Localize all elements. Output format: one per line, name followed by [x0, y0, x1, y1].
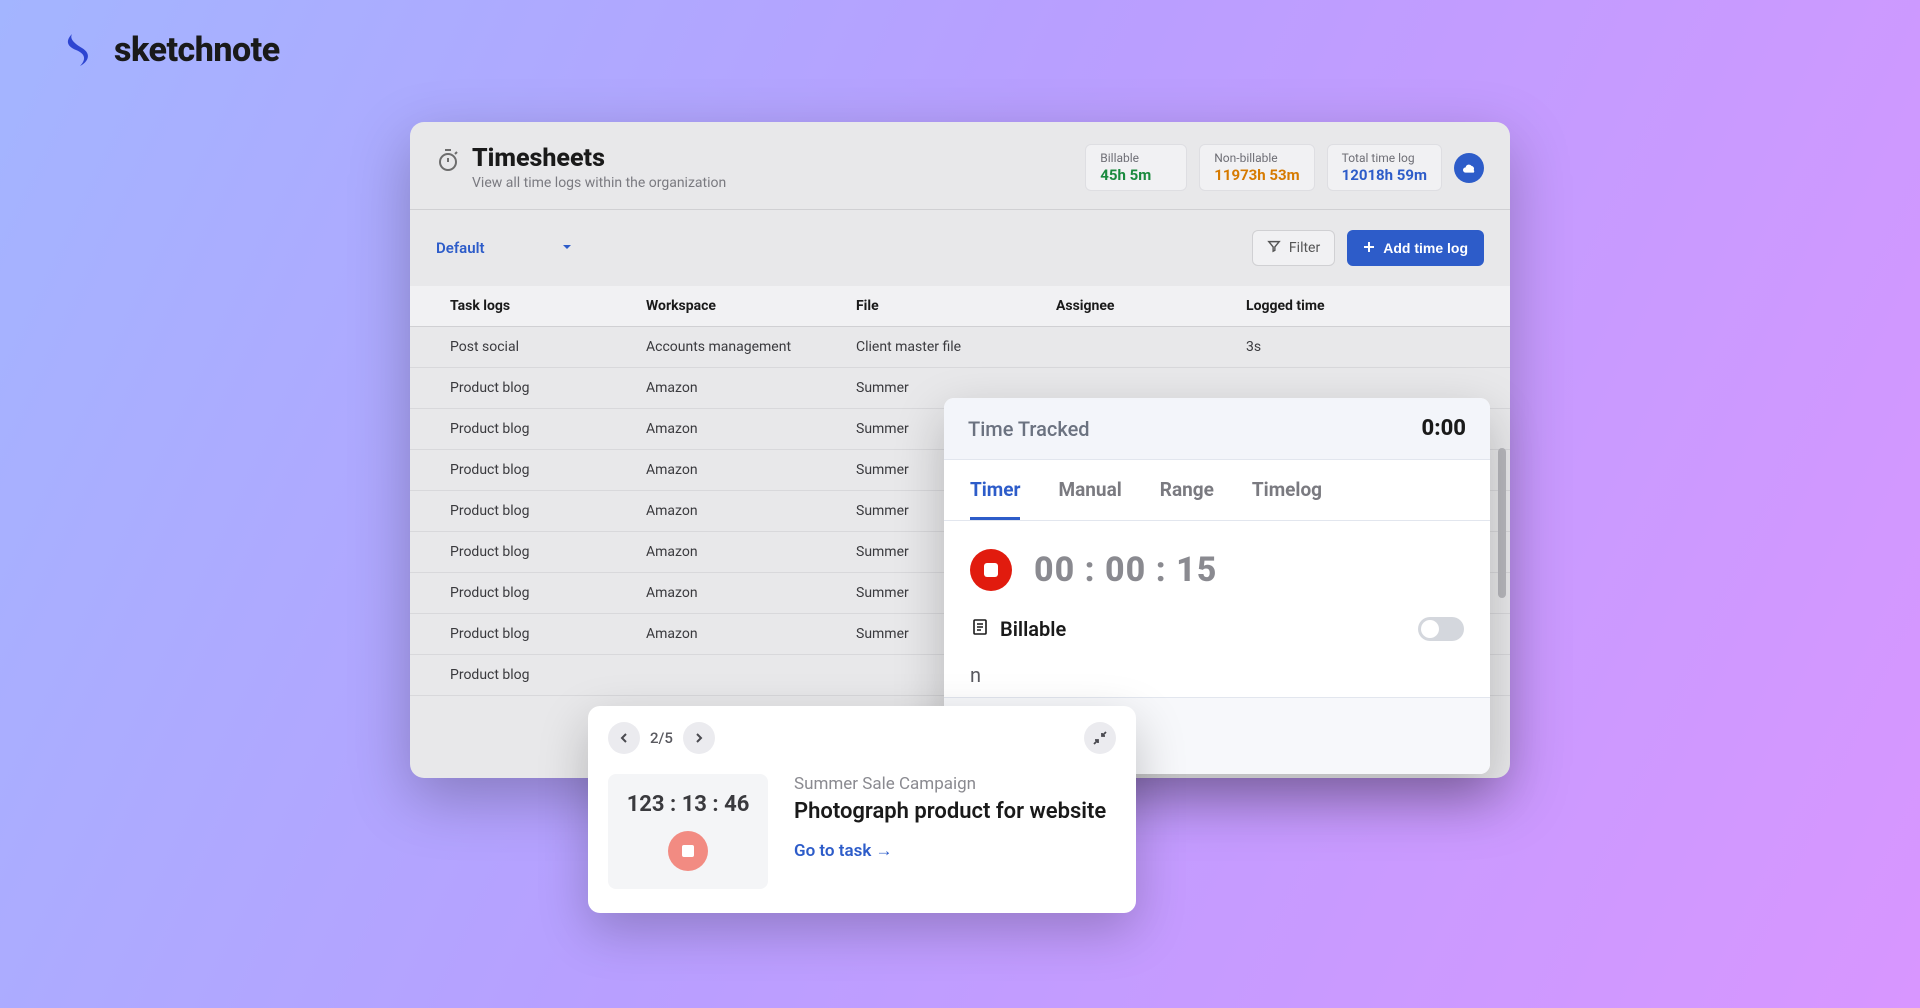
cell-workspace — [646, 667, 856, 683]
next-button[interactable] — [683, 722, 715, 754]
stat-label: Billable — [1100, 151, 1172, 165]
stat-label: Total time log — [1342, 151, 1427, 165]
plus-icon — [1363, 240, 1375, 256]
stop-icon — [984, 563, 998, 577]
cell-task: Post social — [436, 339, 646, 355]
cell-task: Product blog — [436, 503, 646, 519]
cell-time — [1246, 380, 1484, 396]
brand-logo: sketchnote — [56, 28, 280, 72]
stop-icon — [682, 845, 694, 857]
stat-total: Total time log 12018h 59m — [1327, 144, 1442, 191]
mini-timer-box: 123 : 13 : 46 — [608, 774, 768, 889]
obscured-text: n — [944, 659, 1490, 697]
page-header: Timesheets View all time logs within the… — [410, 122, 1510, 210]
receipt-icon — [970, 617, 990, 641]
tab-timer[interactable]: Timer — [970, 478, 1020, 520]
billable-toggle[interactable] — [1418, 617, 1464, 641]
collapse-button[interactable] — [1084, 722, 1116, 754]
col-workspace: Workspace — [646, 298, 856, 314]
stopwatch-icon — [436, 148, 460, 172]
cell-task: Product blog — [436, 626, 646, 642]
page-title: Timesheets — [472, 144, 726, 173]
toolbar: Default Filter Add time log — [410, 210, 1510, 286]
view-selector[interactable]: Default — [436, 239, 573, 257]
cell-assignee — [1056, 339, 1246, 355]
cell-task: Product blog — [436, 462, 646, 478]
billable-label: Billable — [1000, 617, 1066, 641]
cell-workspace: Amazon — [646, 421, 856, 437]
mini-campaign-label: Summer Sale Campaign — [794, 774, 1116, 794]
logo-mark-icon — [56, 28, 100, 72]
add-label: Add time log — [1383, 240, 1468, 256]
col-task: Task logs — [436, 298, 646, 314]
cell-workspace: Amazon — [646, 462, 856, 478]
view-label: Default — [436, 239, 485, 257]
tracked-title: Time Tracked — [968, 417, 1090, 441]
timer-row: 00 : 00 : 15 — [944, 521, 1490, 611]
cell-file: Summer — [856, 380, 1056, 396]
filter-label: Filter — [1289, 240, 1320, 256]
cell-workspace: Amazon — [646, 503, 856, 519]
cell-task: Product blog — [436, 380, 646, 396]
cell-workspace: Accounts management — [646, 339, 856, 355]
mini-timer-card: 2/5 123 : 13 : 46 Summer Sale Campaign P… — [588, 706, 1136, 913]
cell-workspace: Amazon — [646, 626, 856, 642]
page-subtitle: View all time logs within the organizati… — [472, 175, 726, 191]
stat-value: 12018h 59m — [1342, 166, 1427, 184]
stat-value: 45h 5m — [1100, 166, 1172, 184]
prev-button[interactable] — [608, 722, 640, 754]
filter-icon — [1267, 239, 1281, 257]
go-to-task-link[interactable]: Go to task → — [794, 841, 893, 861]
tracked-total: 0:00 — [1422, 416, 1466, 441]
cell-task: Product blog — [436, 585, 646, 601]
col-file: File — [856, 298, 1056, 314]
timer-elapsed: 00 : 00 : 15 — [1034, 550, 1217, 590]
filter-button[interactable]: Filter — [1252, 230, 1335, 266]
tracked-tabs: Timer Manual Range Timelog — [944, 460, 1490, 521]
table-header: Task logs Workspace File Assignee Logged… — [410, 286, 1510, 327]
stat-label: Non-billable — [1214, 151, 1299, 165]
table-row[interactable]: Post social Accounts management Client m… — [410, 327, 1510, 368]
stat-billable: Billable 45h 5m — [1085, 144, 1187, 191]
col-assignee: Assignee — [1056, 298, 1246, 314]
scrollbar[interactable] — [1498, 448, 1506, 598]
mini-task-title: Photograph product for website — [794, 798, 1116, 827]
cell-workspace: Amazon — [646, 544, 856, 560]
export-cloud-button[interactable] — [1454, 153, 1484, 183]
cell-time: 3s — [1246, 339, 1484, 355]
tab-timelog[interactable]: Timelog — [1252, 478, 1322, 520]
tracked-header: Time Tracked 0:00 — [944, 398, 1490, 460]
cell-workspace: Amazon — [646, 380, 856, 396]
add-time-log-button[interactable]: Add time log — [1347, 230, 1484, 266]
stop-timer-button[interactable] — [970, 549, 1012, 591]
logo-text: sketchnote — [114, 30, 280, 70]
mini-stop-button[interactable] — [668, 831, 708, 871]
billable-row: Billable — [944, 611, 1490, 659]
col-time: Logged time — [1246, 298, 1484, 314]
cell-file: Client master file — [856, 339, 1056, 355]
cell-task: Product blog — [436, 667, 646, 683]
pager-label: 2/5 — [650, 729, 673, 747]
cell-task: Product blog — [436, 421, 646, 437]
stat-value: 11973h 53m — [1214, 166, 1299, 184]
tab-manual[interactable]: Manual — [1058, 478, 1121, 520]
tab-range[interactable]: Range — [1160, 478, 1214, 520]
mini-elapsed: 123 : 13 : 46 — [618, 792, 758, 817]
cell-task: Product blog — [436, 544, 646, 560]
chevron-down-icon — [561, 239, 573, 257]
stat-nonbillable: Non-billable 11973h 53m — [1199, 144, 1314, 191]
cell-workspace: Amazon — [646, 585, 856, 601]
cell-assignee — [1056, 380, 1246, 396]
